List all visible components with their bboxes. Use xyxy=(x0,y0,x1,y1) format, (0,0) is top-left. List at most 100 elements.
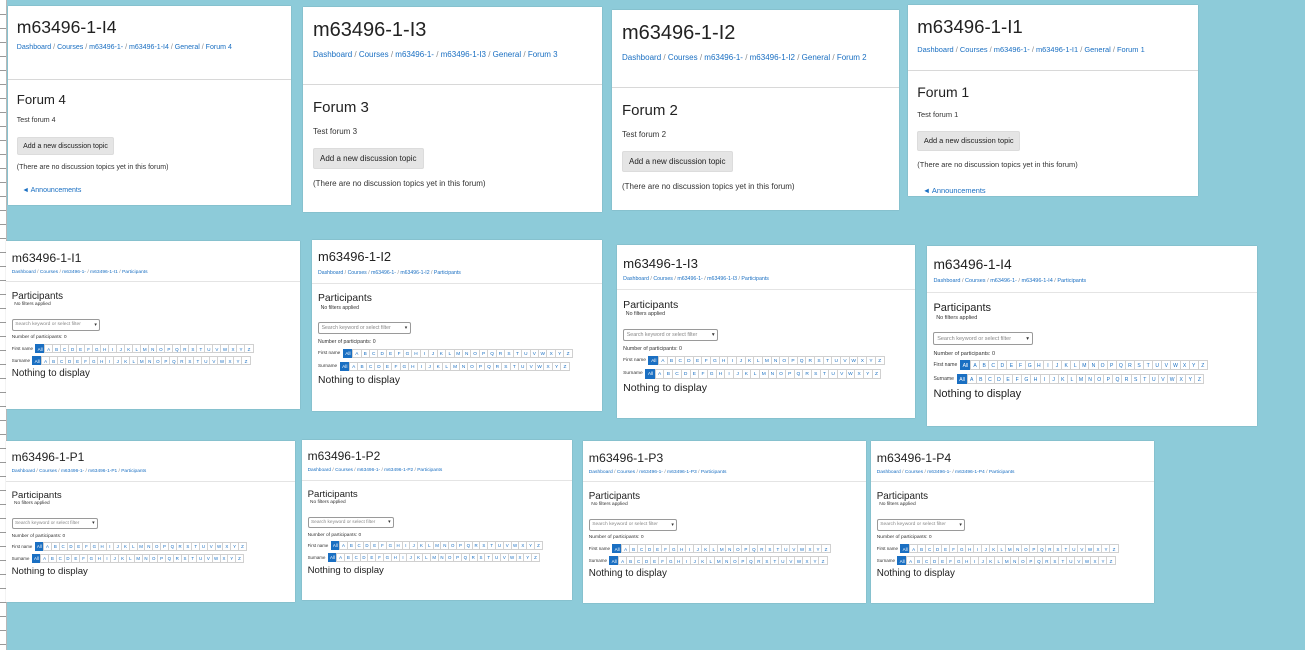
caret-down-icon[interactable]: ▾ xyxy=(712,332,715,338)
breadcrumb-item[interactable]: Dashboard xyxy=(17,44,51,51)
letter-button[interactable]: Z xyxy=(534,540,543,550)
breadcrumb-item[interactable]: General xyxy=(175,44,200,51)
breadcrumb-item[interactable]: Participants xyxy=(1057,278,1086,284)
breadcrumb-item[interactable]: m63496-1- xyxy=(89,44,123,51)
add-discussion-button[interactable]: Add a new discussion topic xyxy=(313,148,424,169)
breadcrumb-item[interactable]: m63496-1-I4 xyxy=(129,44,169,51)
breadcrumb-item[interactable]: Dashboard xyxy=(589,470,613,475)
letter-button[interactable]: Z xyxy=(241,356,251,366)
breadcrumb-item[interactable]: Dashboard xyxy=(318,270,343,276)
announcements-link[interactable]: ◄ Announcements xyxy=(22,187,282,194)
letter-button[interactable]: Z xyxy=(871,368,882,379)
letter-button[interactable]: Z xyxy=(560,361,570,372)
letter-button[interactable]: Z xyxy=(1106,556,1116,566)
letter-button[interactable]: Z xyxy=(1109,543,1119,553)
breadcrumb-item[interactable]: Forum 1 xyxy=(1117,45,1145,54)
letter-button[interactable]: Z xyxy=(821,543,831,553)
breadcrumb-item[interactable]: Participants xyxy=(417,468,442,473)
breadcrumb-item[interactable]: Dashboard xyxy=(622,53,661,62)
breadcrumb-item[interactable]: m63496-1-P4 xyxy=(955,470,985,475)
breadcrumb-item[interactable]: Dashboard xyxy=(12,270,36,275)
caret-down-icon[interactable]: ▾ xyxy=(92,521,94,526)
breadcrumb-item[interactable]: Courses xyxy=(905,470,923,475)
breadcrumb-item[interactable]: Participants xyxy=(741,276,769,282)
breadcrumb-item[interactable]: Courses xyxy=(960,45,988,54)
letter-button[interactable]: Z xyxy=(235,553,244,563)
letter-button[interactable]: Z xyxy=(238,541,247,551)
breadcrumb-item[interactable]: m63496-1-P3 xyxy=(667,470,697,475)
announcements-link[interactable]: ◄ Announcements xyxy=(923,186,1189,195)
breadcrumb-item[interactable]: Participants xyxy=(989,470,1015,475)
breadcrumb-item[interactable]: Participants xyxy=(434,270,461,276)
breadcrumb-item[interactable]: m63496-1- xyxy=(927,470,951,475)
breadcrumb-item[interactable]: m63496-1- xyxy=(62,270,86,275)
breadcrumb-item[interactable]: Forum 4 xyxy=(206,44,232,51)
search-filter-input[interactable]: Search keyword or select filter ▾ xyxy=(588,519,678,531)
caret-down-icon[interactable]: ▾ xyxy=(959,522,961,528)
breadcrumb-item[interactable]: General xyxy=(802,53,830,62)
search-filter-input[interactable]: Search keyword or select filter ▾ xyxy=(307,516,394,528)
breadcrumb-item[interactable]: Courses xyxy=(617,470,635,475)
breadcrumb-item[interactable]: Dashboard xyxy=(308,468,331,473)
add-discussion-button[interactable]: Add a new discussion topic xyxy=(622,151,733,172)
breadcrumb-item[interactable]: m63496-1-P1 xyxy=(88,469,117,474)
letter-button[interactable]: Z xyxy=(244,343,254,353)
breadcrumb-item[interactable]: Forum 3 xyxy=(528,50,558,59)
breadcrumb-item[interactable]: Courses xyxy=(335,468,353,473)
breadcrumb-item[interactable]: Courses xyxy=(57,44,83,51)
breadcrumb-item[interactable]: Participants xyxy=(121,469,146,474)
breadcrumb-item[interactable]: m63496-1-I2 xyxy=(400,270,429,276)
breadcrumb-item[interactable]: Courses xyxy=(359,50,389,59)
letter-button[interactable]: Z xyxy=(563,348,573,359)
letter-button[interactable]: Z xyxy=(874,355,885,366)
search-filter-input[interactable]: Search keyword or select filter ▾ xyxy=(318,322,411,335)
caret-down-icon[interactable]: ▾ xyxy=(1026,336,1029,342)
breadcrumb-item[interactable]: m63496-1- xyxy=(994,45,1030,54)
search-filter-input[interactable]: Search keyword or select filter ▾ xyxy=(933,332,1033,346)
breadcrumb-item[interactable]: Courses xyxy=(668,53,698,62)
caret-down-icon[interactable]: ▾ xyxy=(388,520,390,525)
caret-down-icon[interactable]: ▾ xyxy=(405,325,408,331)
breadcrumb-item[interactable]: Dashboard xyxy=(877,470,901,475)
breadcrumb-item[interactable]: Dashboard xyxy=(623,276,649,282)
breadcrumb-item[interactable]: m63496-1-I1 xyxy=(1036,45,1078,54)
search-filter-input[interactable]: Search keyword or select filter ▾ xyxy=(11,319,101,331)
breadcrumb-item[interactable]: Courses xyxy=(965,278,986,284)
letter-button[interactable]: Z xyxy=(1197,360,1208,371)
breadcrumb-item[interactable]: Participants xyxy=(122,270,148,275)
breadcrumb-item[interactable]: m63496-1- xyxy=(639,470,663,475)
breadcrumb-item[interactable]: m63496-1-I3 xyxy=(707,276,737,282)
letter-button[interactable]: Z xyxy=(818,556,828,566)
breadcrumb-item[interactable]: Dashboard xyxy=(313,50,352,59)
breadcrumb-item[interactable]: Dashboard xyxy=(917,45,953,54)
breadcrumb-item[interactable]: m63496-1- xyxy=(61,469,84,474)
breadcrumb-item[interactable]: m63496-1-P2 xyxy=(384,468,413,473)
caret-down-icon[interactable]: ▾ xyxy=(671,522,673,528)
breadcrumb-item[interactable]: Dashboard xyxy=(12,469,35,474)
breadcrumb-item[interactable]: Forum 2 xyxy=(837,53,867,62)
breadcrumb-item[interactable]: Participants xyxy=(701,470,727,475)
breadcrumb-item[interactable]: Courses xyxy=(39,469,57,474)
breadcrumb-item[interactable]: Courses xyxy=(40,270,58,275)
breadcrumb-item[interactable]: m63496-1- xyxy=(395,50,434,59)
breadcrumb-item[interactable]: m63496-1-I1 xyxy=(90,270,118,275)
breadcrumb-item[interactable]: Courses xyxy=(348,270,367,276)
search-filter-input[interactable]: Search keyword or select filter ▾ xyxy=(11,517,98,529)
search-filter-input[interactable]: Search keyword or select filter ▾ xyxy=(623,328,719,341)
breadcrumb-item[interactable]: m63496-1- xyxy=(357,468,380,473)
breadcrumb-item[interactable]: m63496-1- xyxy=(990,278,1017,284)
search-filter-input[interactable]: Search keyword or select filter ▾ xyxy=(876,519,966,531)
letter-button[interactable]: Z xyxy=(1194,374,1205,385)
add-discussion-button[interactable]: Add a new discussion topic xyxy=(16,137,115,155)
breadcrumb-item[interactable]: General xyxy=(1084,45,1110,54)
letter-button[interactable]: Z xyxy=(531,552,540,562)
breadcrumb-item[interactable]: m63496-1- xyxy=(371,270,396,276)
caret-down-icon[interactable]: ▾ xyxy=(94,322,96,328)
breadcrumb-item[interactable]: m63496-1- xyxy=(677,276,702,282)
breadcrumb-item[interactable]: Dashboard xyxy=(933,278,960,284)
breadcrumb-item[interactable]: m63496-1-I2 xyxy=(750,53,795,62)
breadcrumb-item[interactable]: m63496-1-I4 xyxy=(1021,278,1052,284)
breadcrumb-item[interactable]: m63496-1- xyxy=(704,53,743,62)
add-discussion-button[interactable]: Add a new discussion topic xyxy=(917,130,1021,151)
breadcrumb-item[interactable]: Courses xyxy=(653,276,673,282)
